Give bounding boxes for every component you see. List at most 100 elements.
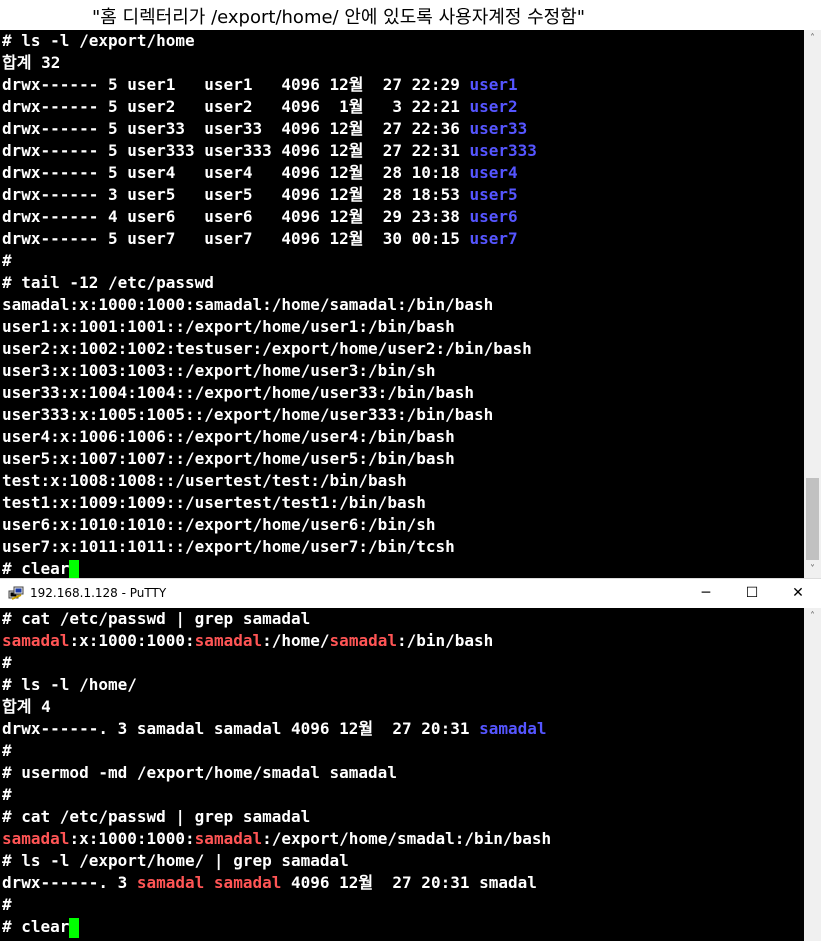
terminal-line: samadal:x:1000:1000:samadal:/home/samada… — [2, 630, 804, 652]
terminal-text: user1:x:1001:1001::/export/home/user1:/b… — [2, 317, 455, 336]
minimize-button[interactable]: ─ — [683, 579, 729, 608]
terminal-cursor — [69, 917, 80, 938]
terminal-top[interactable]: # ls -l /export/home 합계 32 drwx------ 5 us… — [0, 30, 804, 578]
terminal-line: samadal:x:1000:1000:samadal:/export/home… — [2, 828, 804, 850]
putty-app-icon[interactable] — [8, 586, 24, 601]
terminal-text: samadal samadal — [136, 873, 282, 892]
terminal-line: # usermod -md /export/home/smadal samada… — [2, 762, 804, 784]
scroll-up-arrow-icon[interactable]: ˄ — [804, 608, 821, 625]
terminal-text: drwx------ 5 user4 user4 4096 12월 28 10:… — [2, 163, 470, 182]
scroll-down-arrow-icon[interactable]: ˅ — [804, 561, 821, 578]
terminal-text: samadal — [479, 719, 547, 738]
terminal-text: # — [2, 653, 12, 672]
terminal-line: drwx------. 3 samadal samadal 4096 12월 2… — [2, 718, 804, 740]
terminal-text: # clear — [2, 917, 70, 936]
terminal-text: :x:1000:1000: — [69, 631, 195, 650]
terminal-text: 4096 12월 27 20:31 smadal — [281, 873, 537, 892]
terminal-text: drwx------ 3 user5 user5 4096 12월 28 18:… — [2, 185, 470, 204]
putty-title-bar[interactable]: 192.168.1.128 - PuTTY ─ ☐ ✕ — [0, 578, 821, 608]
terminal-line: user33:x:1004:1004::/export/home/user33:… — [2, 382, 804, 404]
scroll-thumb[interactable] — [806, 478, 819, 560]
window-title: 192.168.1.128 - PuTTY — [30, 586, 167, 600]
terminal-line: user5:x:1007:1007::/export/home/user5:/b… — [2, 448, 804, 470]
terminal-line: drwx------ 5 user7 user7 4096 12월 30 00:… — [2, 228, 804, 250]
terminal-line: drwx------. 3 samadal samadal 4096 12월 2… — [2, 872, 804, 894]
terminal-text: test:x:1008:1008::/usertest/test:/bin/ba… — [2, 471, 407, 490]
maximize-button[interactable]: ☐ — [729, 579, 775, 608]
terminal-text: user5 — [469, 185, 518, 204]
terminal-cursor — [69, 559, 80, 578]
terminal-bottom-output: # cat /etc/passwd | grep samadal samadal:… — [0, 608, 804, 938]
terminal-line: drwx------ 5 user33 user33 4096 12월 27 2… — [2, 118, 804, 140]
scroll-up-arrow-icon[interactable]: ˄ — [804, 30, 821, 47]
terminal-text: user33 — [469, 119, 528, 138]
terminal-line: # cat /etc/passwd | grep samadal — [2, 608, 804, 630]
terminal-text: user2 — [469, 97, 518, 116]
terminal-text: test1:x:1009:1009::/usertest/test1:/bin/… — [2, 493, 426, 512]
terminal-text: # ls -l /home/ — [2, 675, 137, 694]
terminal-line: # tail -12 /etc/passwd — [2, 272, 804, 294]
terminal-line: user1:x:1001:1001::/export/home/user1:/b… — [2, 316, 804, 338]
terminal-line: user2:x:1002:1002:testuser:/export/home/… — [2, 338, 804, 360]
terminal-text: drwx------ 4 user6 user6 4096 12월 29 23:… — [2, 207, 470, 226]
terminal-line: user7:x:1011:1011::/export/home/user7:/b… — [2, 536, 804, 558]
terminal-line: # clear — [2, 916, 804, 938]
terminal-text: user1 — [469, 75, 518, 94]
terminal-text: 합계 4 — [2, 697, 51, 716]
terminal-text: user2:x:1002:1002:testuser:/export/home/… — [2, 339, 532, 358]
terminal-line: # cat /etc/passwd | grep samadal — [2, 806, 804, 828]
terminal-text: drwx------ 5 user2 user2 4096 1월 3 22:21 — [2, 97, 470, 116]
terminal-line: user3:x:1003:1003::/export/home/user3:/b… — [2, 360, 804, 382]
terminal-text: samadal — [2, 829, 70, 848]
terminal-text: drwx------ 5 user33 user33 4096 12월 27 2… — [2, 119, 470, 138]
terminal-text: drwx------ 5 user7 user7 4096 12월 30 00:… — [2, 229, 470, 248]
close-button[interactable]: ✕ — [775, 579, 821, 608]
caption-bar: "홈 디렉터리가 /export/home/ 안에 있도록 사용자계정 수정함" — [0, 0, 821, 30]
caption-text: "홈 디렉터리가 /export/home/ 안에 있도록 사용자계정 수정함" — [92, 7, 586, 28]
terminal-line: drwx------ 5 user333 user333 4096 12월 27… — [2, 140, 804, 162]
terminal-text: samadal — [194, 631, 263, 650]
terminal-text: 합계 32 — [2, 53, 61, 72]
terminal-text: user333:x:1005:1005::/export/home/user33… — [2, 405, 494, 424]
terminal-line: # — [2, 894, 804, 916]
terminal-line: drwx------ 5 user1 user1 4096 12월 27 22:… — [2, 74, 804, 96]
terminal-text: samadal:x:1000:1000:samadal:/home/samada… — [2, 295, 494, 314]
terminal-text: user4 — [469, 163, 518, 182]
terminal-text: # usermod -md /export/home/smadal samada… — [2, 763, 397, 782]
terminal-line: user6:x:1010:1010::/export/home/user6:/b… — [2, 514, 804, 536]
terminal-bottom-scrollbar[interactable]: ˄ — [804, 608, 821, 941]
terminal-text: user3:x:1003:1003::/export/home/user3:/b… — [2, 361, 436, 380]
terminal-line: user333:x:1005:1005::/export/home/user33… — [2, 404, 804, 426]
terminal-line: # clear — [2, 558, 804, 578]
terminal-text: drwx------. 3 samadal samadal 4096 12월 2… — [2, 719, 480, 738]
terminal-text: user33:x:1004:1004::/export/home/user33:… — [2, 383, 475, 402]
terminal-text: :/home/ — [262, 631, 330, 650]
terminal-line: 합계 32 — [2, 52, 804, 74]
terminal-text: # — [2, 251, 12, 270]
terminal-text: :/bin/bash — [396, 631, 494, 650]
terminal-text: user5:x:1007:1007::/export/home/user5:/b… — [2, 449, 455, 468]
terminal-line: drwx------ 5 user4 user4 4096 12월 28 10:… — [2, 162, 804, 184]
terminal-text: user4:x:1006:1006::/export/home/user4:/b… — [2, 427, 455, 446]
terminal-line: drwx------ 3 user5 user5 4096 12월 28 18:… — [2, 184, 804, 206]
terminal-text: :x:1000:1000: — [69, 829, 195, 848]
terminal-line: # ls -l /export/home — [2, 30, 804, 52]
terminal-text: samadal — [194, 829, 263, 848]
terminal-text: drwx------. 3 — [2, 873, 137, 892]
terminal-text: # tail -12 /etc/passwd — [2, 273, 214, 292]
terminal-line: # ls -l /home/ — [2, 674, 804, 696]
terminal-text: user7:x:1011:1011::/export/home/user7:/b… — [2, 537, 455, 556]
terminal-line: samadal:x:1000:1000:samadal:/home/samada… — [2, 294, 804, 316]
terminal-bottom[interactable]: # cat /etc/passwd | grep samadal samadal:… — [0, 608, 804, 941]
terminal-top-scrollbar[interactable]: ˄ ˅ — [804, 30, 821, 578]
terminal-text: samadal — [2, 631, 70, 650]
terminal-line: 합계 4 — [2, 696, 804, 718]
terminal-text: # ls -l /export/home/ | grep samadal — [2, 851, 349, 870]
terminal-top-output: # ls -l /export/home 합계 32 drwx------ 5 us… — [0, 30, 804, 578]
terminal-text: user333 — [469, 141, 537, 160]
terminal-line: test:x:1008:1008::/usertest/test:/bin/ba… — [2, 470, 804, 492]
terminal-text: # clear — [2, 559, 70, 578]
terminal-text: samadal — [329, 631, 397, 650]
terminal-line: # — [2, 652, 804, 674]
terminal-line: drwx------ 4 user6 user6 4096 12월 29 23:… — [2, 206, 804, 228]
